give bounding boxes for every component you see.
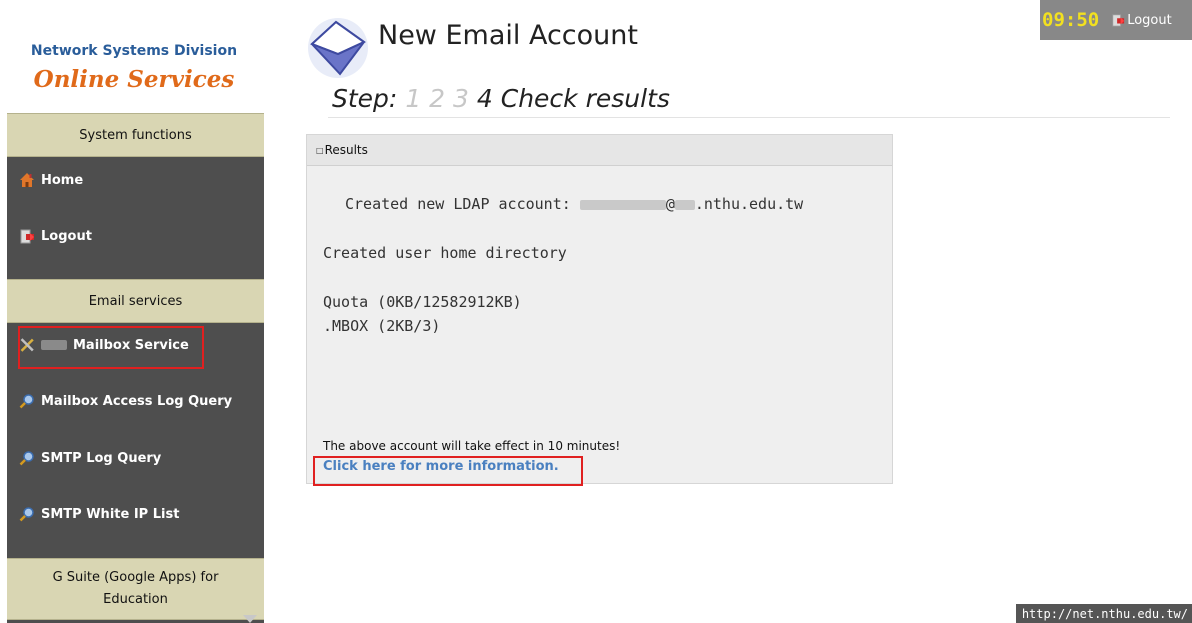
quota-line: Quota (0KB/12582912KB) [323, 293, 522, 311]
sidebar-item-label: SMTP White IP List [41, 506, 180, 522]
session-clock: 09:50 [1042, 9, 1100, 31]
at-sign: @ [665, 195, 675, 213]
magnifier-icon [19, 450, 35, 466]
step-indicator: Step: 1 2 3 4 Check results [332, 84, 670, 113]
ldap-suffix: .nthu.edu.tw [694, 195, 804, 213]
section-email-services: Email services [7, 279, 264, 323]
scroll-down-arrow-icon[interactable] [243, 615, 257, 623]
sidebar-item-label: Mailbox Access Log Query [41, 393, 233, 409]
sidebar-item-smtp-white-ip-list[interactable]: SMTP White IP List [19, 503, 179, 525]
blurred-prefix [41, 340, 67, 350]
step-3: 3 [453, 84, 469, 113]
sidebar-item-smtp-log-query[interactable]: SMTP Log Query [19, 447, 161, 469]
sidebar-item-logout[interactable]: Logout [19, 225, 92, 247]
results-title: Results [324, 143, 368, 157]
logout-icon [1112, 14, 1125, 27]
sidebar-item-mailbox-service[interactable]: Mailbox Service [19, 334, 189, 356]
sidebar-item-mailbox-access-log[interactable]: Mailbox Access Log Query [19, 390, 232, 412]
ldap-account-line: Created new LDAP account: @ .nthu.edu.tw [345, 195, 803, 213]
envelope-icon [306, 16, 370, 80]
blurred-username [579, 199, 666, 210]
home-icon [19, 172, 35, 188]
sidebar-item-label: Logout [41, 228, 92, 244]
step-1: 1 [405, 84, 422, 113]
section-g-suite: G Suite (Google Apps) for Education [7, 558, 264, 620]
logout-icon [19, 228, 35, 244]
step-current: 4 Check results [476, 84, 670, 113]
top-logout-button[interactable]: Logout [1111, 13, 1172, 28]
results-panel: □ Results Created new LDAP account: @ .nt… [306, 134, 893, 484]
section-system-functions: System functions [7, 113, 264, 157]
division-name: Network Systems Division [30, 43, 238, 59]
activation-note: The above account will take effect in 10… [323, 439, 621, 453]
sidebar: System functions Home Logout Email servi… [7, 113, 264, 623]
page-title: New Email Account [378, 20, 638, 51]
header-divider [328, 117, 1170, 118]
step-label: Step: [332, 84, 398, 113]
top-logout-label: Logout [1127, 12, 1172, 28]
top-status-bar: 09:50 Logout [1040, 0, 1192, 40]
panel-icon: □ [316, 145, 324, 155]
online-services-title: Online Services [33, 66, 235, 93]
magnifier-icon [19, 393, 35, 409]
sidebar-item-label: Home [41, 172, 84, 188]
ldap-prefix: Created new LDAP account: [345, 195, 571, 213]
results-header: □ Results [307, 135, 892, 166]
blurred-domain [674, 199, 695, 210]
home-directory-line: Created user home directory [323, 244, 567, 262]
step-2: 2 [429, 84, 446, 113]
mbox-line: .MBOX (2KB/3) [323, 317, 441, 335]
footer-url: http://net.nthu.edu.tw/ [1015, 604, 1192, 623]
sidebar-item-label: Mailbox Service [73, 337, 189, 353]
magnifier-icon [19, 506, 35, 522]
link-highlight-box [313, 456, 583, 486]
sidebar-item-label: SMTP Log Query [41, 450, 162, 466]
brand-header: Network Systems Division Online Services [0, 0, 268, 112]
sidebar-item-home[interactable]: Home [19, 169, 83, 191]
tools-icon [19, 337, 35, 353]
